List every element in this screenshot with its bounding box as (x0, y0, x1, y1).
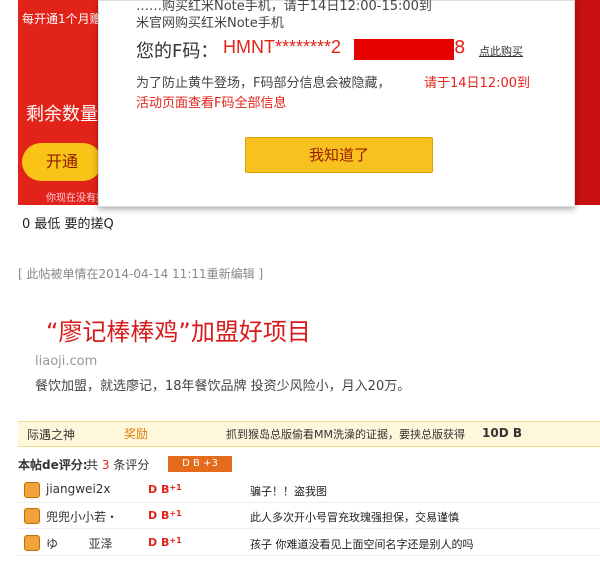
rating-comment: 此人多次开小号冒充玫瑰强担保，交易谨慎 (250, 511, 459, 524)
avatar-icon[interactable] (24, 508, 40, 524)
ad-description: 餐饮加盟，就选廖记，18年餐饮品牌 投资少风险小，月入20万。 (35, 379, 411, 394)
post-body-text: 0 最低 要的搓Q (22, 217, 114, 232)
rating-row: 兜兜小小若・ D B+1 此人多次开小号冒充玫瑰强担保，交易谨慎 (18, 503, 600, 529)
open-button-label: 开通 (45, 152, 78, 171)
reward-user[interactable]: 际遇之神 (27, 426, 75, 443)
ratings-count-suffix: 条评分 (113, 458, 150, 472)
rating-user[interactable]: 兜兜小小若・ (46, 508, 118, 525)
ok-button[interactable]: 我知道了 (245, 137, 433, 173)
ad-url[interactable]: liaoji.com (35, 354, 97, 369)
fcode-dialog: ……购买红米Note手机，请于14日12:00-15:00到 米官网购买红米No… (98, 0, 575, 207)
fcode-value: HMNT********2 (223, 37, 342, 57)
avatar-icon[interactable] (24, 482, 40, 498)
fcode-label: 您的F码： (136, 41, 219, 62)
promo-top-text: 每开通1个月赠 (22, 12, 102, 26)
notice-highlight-line2: 活动页面查看F码全部信息 (136, 96, 287, 111)
buy-link[interactable]: 点此购买 (479, 43, 523, 59)
rating-score: D B+1 (148, 509, 182, 522)
rating-score-sup: +1 (169, 483, 182, 492)
open-button[interactable]: 开通 (22, 143, 102, 181)
ratings-count: 共 3 条评分 (86, 456, 149, 473)
rating-score-text: D B (148, 483, 170, 496)
fcode-last-char: 8 (454, 37, 466, 58)
edit-note: [ 此帖被单情在2014-04-14 11:11重新编辑 ] (18, 267, 264, 281)
rating-comment: 骗子！！盗我图 (250, 485, 327, 498)
ratings-count-prefix: 共 (86, 458, 99, 472)
ratings-heading: 本帖de评分: (18, 458, 88, 472)
rating-score-sup: +1 (169, 509, 182, 518)
reward-message: 抓到猴岛总版偷看MM洗澡的证据，要挟总版获得 (226, 428, 465, 441)
redaction-block (354, 39, 454, 60)
rating-score-text: D B (148, 509, 170, 522)
rating-user[interactable]: jiangwei2x (46, 482, 111, 496)
rating-score-text: D B (148, 536, 170, 549)
rating-row: jiangwei2x D B+1 骗子！！盗我图 (18, 477, 600, 503)
rating-row: ゆ 亚泽 D B+1 孩子 你难道没看见上面空间名字还是别人的吗 (18, 530, 600, 556)
reward-label: 奖励 (124, 427, 149, 441)
rating-score: D B+1 (148, 483, 182, 496)
rating-user[interactable]: ゆ 亚泽 (46, 535, 113, 552)
rating-score-sup: +1 (169, 536, 182, 545)
reward-value: 10D B (482, 426, 522, 440)
promo-note: 你现在没有抢 (46, 193, 106, 204)
notice-highlight: 请于14日12:00到 (424, 76, 531, 91)
ad-title[interactable]: “廖记棒棒鸡”加盟好项目 (46, 312, 311, 347)
avatar-icon[interactable] (24, 535, 40, 551)
promo-banner-right-edge (573, 0, 600, 205)
rating-comment: 孩子 你难道没看见上面空间名字还是别人的吗 (250, 538, 474, 551)
ratings-total-badge: D B +3 (168, 456, 232, 472)
ratings-count-number: 3 (101, 458, 110, 472)
notice-text: 为了防止黄牛登场，F码部分信息会被隐藏， (136, 76, 391, 91)
rating-score: D B+1 (148, 536, 182, 549)
dialog-text-line2: 米官网购买红米Note手机 (136, 16, 284, 31)
